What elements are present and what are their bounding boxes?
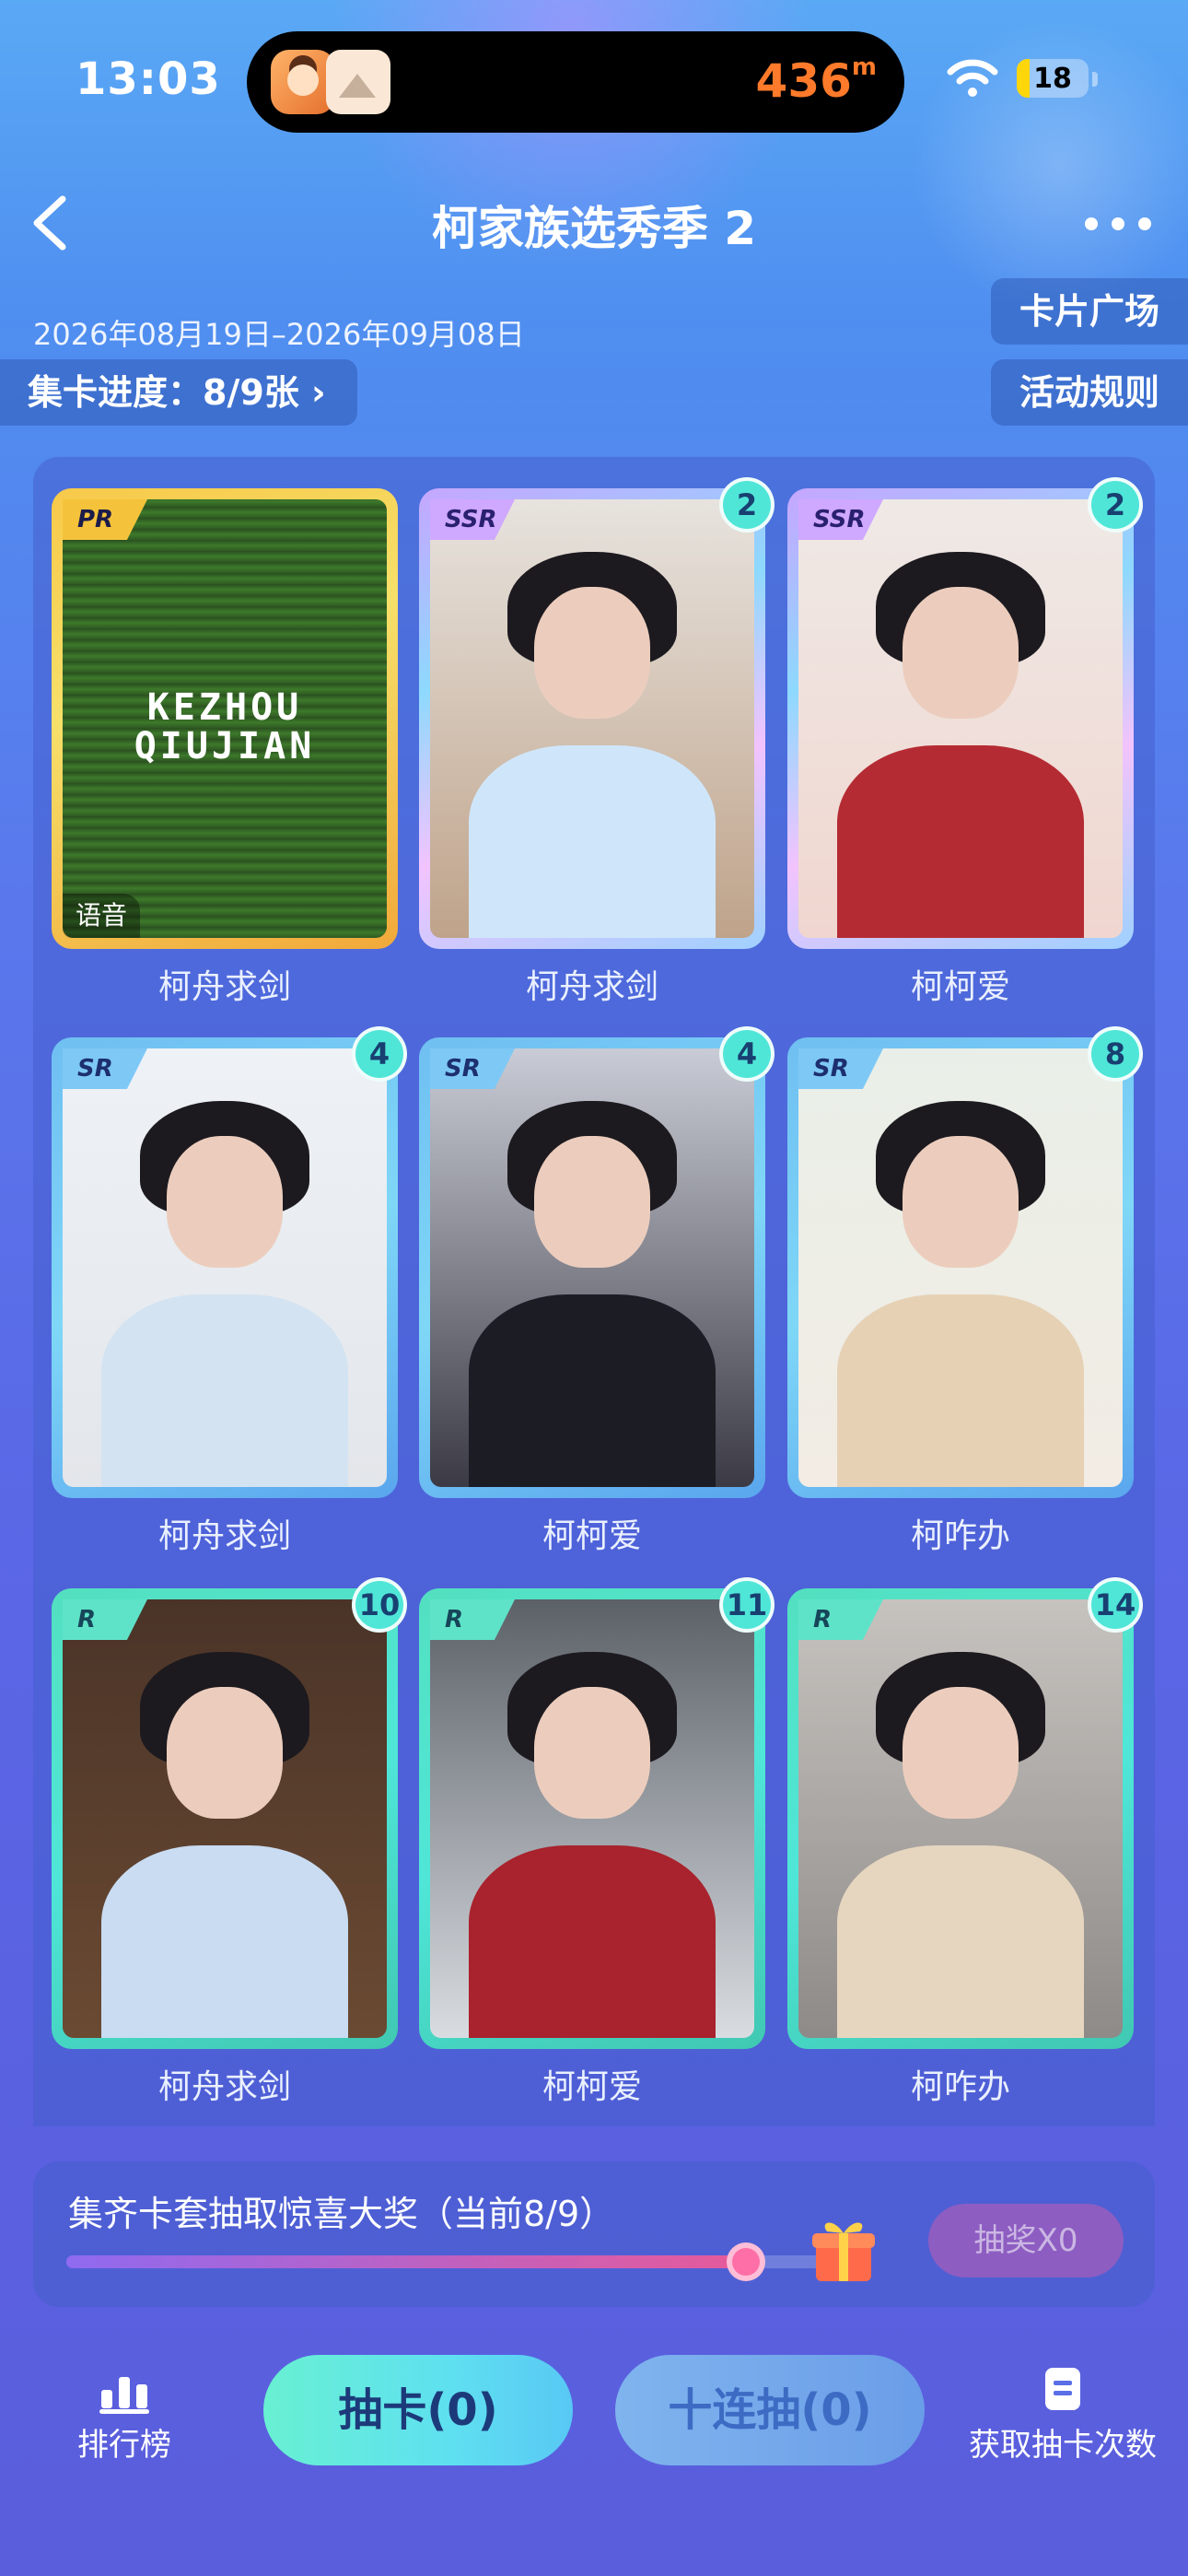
gift-icon [812, 2222, 875, 2281]
card-5[interactable]: SR 4 [419, 1026, 775, 1498]
card-name: 柯咋办 [910, 2068, 1010, 2106]
task-note-icon [1045, 2368, 1080, 2410]
portrait-face [533, 1136, 651, 1268]
draw-card-button[interactable]: 抽卡(0) [263, 2355, 573, 2465]
card-2[interactable]: SSR 2 [419, 477, 775, 949]
card-plaza-button[interactable]: 卡片广场 [991, 278, 1188, 345]
more-options-icon[interactable] [1085, 201, 1151, 247]
portrait-body [837, 1294, 1084, 1487]
wifi-icon [947, 59, 998, 97]
card-artwork [798, 499, 1123, 938]
card-8[interactable]: R 11 [419, 1577, 775, 2049]
card-artwork [798, 1048, 1123, 1487]
card-count-badge: 14 [1088, 1577, 1143, 1633]
portrait-face [166, 1136, 284, 1268]
leaderboard-label: 排行榜 [77, 2427, 171, 2464]
card-name: 柯舟求剑 [525, 968, 658, 1006]
card-name: 柯柯爱 [542, 2068, 642, 2106]
card-count-badge: 8 [1088, 1026, 1143, 1082]
prize-progress-knob [726, 2242, 765, 2281]
leaderboard-icon [99, 2368, 149, 2414]
activity-distance: 436m [756, 53, 877, 108]
card-name: 柯舟求剑 [157, 968, 291, 1006]
portrait-body [837, 744, 1084, 938]
prize-progress-panel: 集齐卡套抽取惊喜大奖（当前8/9） 抽奖X0 [33, 2161, 1155, 2307]
portrait-body [837, 1844, 1084, 2038]
prize-progress-track [66, 2242, 831, 2281]
status-bar: 13:03 436m 18 [0, 0, 1188, 157]
card-count-badge: 4 [352, 1026, 407, 1082]
portrait-body [101, 1844, 348, 2038]
card-artwork [798, 1599, 1123, 2038]
lottery-button[interactable]: 抽奖X0 [928, 2204, 1124, 2277]
card-7[interactable]: R 10 [52, 1577, 407, 2049]
card-artwork: KEZHOU QIUJIAN [63, 499, 387, 938]
card-name: 柯柯爱 [542, 1517, 642, 1555]
get-draw-chances-label: 获取抽卡次数 [969, 2427, 1157, 2464]
card-artwork [63, 1599, 387, 2038]
card-count-badge: 4 [719, 1026, 775, 1082]
battery-indicator: 18 [1017, 59, 1089, 98]
portrait-body [469, 1294, 716, 1487]
card-artwork [430, 1048, 754, 1487]
portrait-face [166, 1687, 284, 1819]
card-count-badge: 11 [719, 1577, 775, 1633]
bottom-action-bar: 排行榜 抽卡(0) 十连抽(0) 获取抽卡次数 [0, 2340, 1188, 2506]
card-9[interactable]: R 14 [787, 1577, 1143, 2049]
portrait-body [469, 744, 716, 938]
portrait-face [902, 587, 1019, 719]
prize-progress-fill [66, 2255, 746, 2268]
activity-distance-value: 436 [755, 54, 852, 108]
card-1[interactable]: KEZHOU QIUJIAN PR 语音 [52, 488, 398, 949]
voice-tag: 语音 [63, 894, 141, 938]
card-name: 柯柯爱 [910, 968, 1010, 1006]
battery-level: 18 [1033, 63, 1072, 95]
page-title: 柯家族选秀季 2 [431, 202, 757, 255]
activity-distance-unit: m [851, 53, 877, 81]
battery-tip [1092, 72, 1098, 87]
card-artwork [63, 1048, 387, 1487]
collection-progress-link[interactable]: 集卡进度：8/9张 › [0, 359, 357, 426]
portrait-body [101, 1294, 348, 1487]
card-4[interactable]: SR 4 [52, 1026, 407, 1498]
card-art-title: KEZHOU QIUJIAN [134, 685, 316, 767]
card-count-badge: 2 [1088, 477, 1143, 533]
portrait-face [533, 1687, 651, 1819]
card-artwork [430, 1599, 754, 2038]
card-count-badge: 10 [352, 1577, 407, 1633]
event-date-range: 2026年08月19日–2026年09月08日 [33, 317, 525, 352]
card-name: 柯咋办 [910, 1517, 1010, 1555]
portrait-body [469, 1844, 716, 2038]
card-3[interactable]: SSR 2 [787, 477, 1143, 949]
portrait-face [902, 1687, 1019, 1819]
card-name: 柯舟求剑 [157, 2068, 291, 2106]
status-time: 13:03 [76, 53, 221, 105]
image-thumbnail-icon [326, 50, 390, 114]
event-rules-button[interactable]: 活动规则 [991, 359, 1188, 426]
leaderboard-button[interactable]: 排行榜 [64, 2368, 184, 2465]
dynamic-island[interactable]: 436m [247, 31, 904, 133]
get-draw-chances-button[interactable]: 获取抽卡次数 [965, 2368, 1160, 2465]
card-6[interactable]: SR 8 [787, 1026, 1143, 1498]
prize-description: 集齐卡套抽取惊喜大奖（当前8/9） [68, 2194, 615, 2234]
portrait-face [902, 1136, 1019, 1268]
card-name: 柯舟求剑 [157, 1517, 291, 1555]
portrait-face [533, 587, 651, 719]
ten-draw-button[interactable]: 十连抽(0) [615, 2355, 925, 2465]
card-count-badge: 2 [719, 477, 775, 533]
card-artwork [430, 499, 754, 938]
